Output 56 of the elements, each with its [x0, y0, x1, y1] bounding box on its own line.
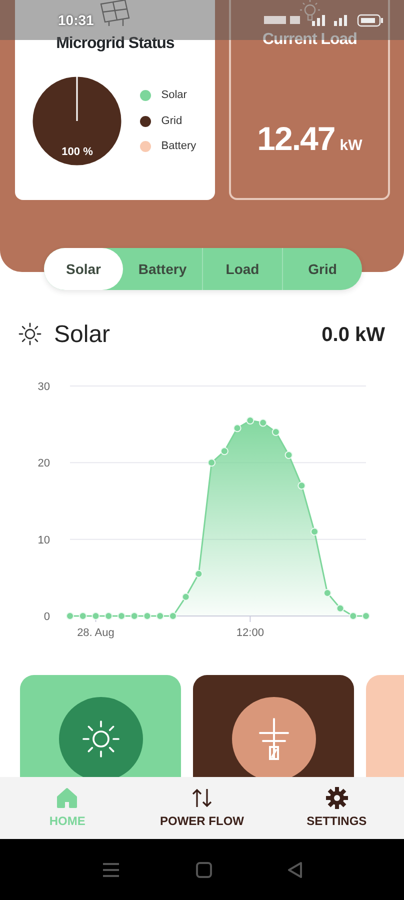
nav-tab[interactable]: POWER FLOW: [134, 777, 270, 839]
data-point: [272, 428, 280, 436]
back-icon[interactable]: [287, 862, 303, 878]
home-button-icon[interactable]: [196, 862, 212, 878]
power-reading: 0.0 kW: [322, 323, 385, 348]
settings-icon: [326, 786, 348, 808]
data-point: [246, 416, 254, 424]
data-point: [284, 451, 293, 459]
data-point: [362, 612, 370, 620]
data-point: [156, 612, 164, 620]
data-point: [78, 612, 87, 620]
data-point: [208, 458, 216, 467]
home-icon: [56, 786, 78, 808]
x-tick-label: 28. Aug: [77, 627, 114, 639]
data-point: [336, 604, 344, 612]
status-time: 10:31: [58, 10, 94, 30]
data-point: [220, 447, 228, 456]
tab[interactable]: Load: [202, 248, 282, 290]
section-title: Solar: [54, 320, 110, 350]
data-point: [92, 612, 100, 620]
source-card[interactable]: [193, 675, 354, 777]
data-point: [259, 418, 268, 427]
data-point: [349, 612, 358, 620]
tab[interactable]: Solar: [44, 248, 123, 290]
load-unit: kW: [340, 136, 362, 156]
legend-label: Grid: [161, 114, 182, 129]
data-point: [168, 612, 177, 620]
menu-icon[interactable]: [101, 862, 121, 878]
data-point: [182, 592, 190, 601]
card-title: Microgrid Status: [56, 34, 174, 54]
data-point: [233, 424, 242, 432]
sun-icon: [18, 322, 44, 348]
card-title: Current Load: [262, 30, 357, 50]
load-value: 12.47: [257, 119, 335, 159]
data-point: [298, 482, 306, 490]
sun-icon: [80, 719, 120, 759]
data-point: [66, 612, 74, 620]
legend-label: Solar: [161, 88, 187, 104]
data-point: [310, 528, 319, 536]
data-point: [143, 612, 152, 620]
data-point: [194, 570, 203, 578]
y-tick-label: 10: [38, 534, 50, 546]
nav-tab[interactable]: SETTINGS: [269, 777, 404, 839]
tab[interactable]: Grid: [282, 248, 362, 290]
x-tick-label: 12:00: [236, 627, 264, 639]
data-point: [117, 612, 126, 620]
data-point: [130, 612, 138, 620]
data-point: [323, 589, 332, 597]
y-tick-label: 20: [38, 458, 50, 470]
pie-label: 100 %: [60, 144, 94, 160]
legend-label: Battery: [161, 139, 196, 154]
up-down-arrows-icon: [190, 786, 214, 808]
y-tick-label: 30: [38, 381, 50, 393]
y-tick-label: 0: [44, 611, 50, 623]
tab[interactable]: Battery: [123, 248, 202, 290]
data-point: [104, 612, 113, 620]
